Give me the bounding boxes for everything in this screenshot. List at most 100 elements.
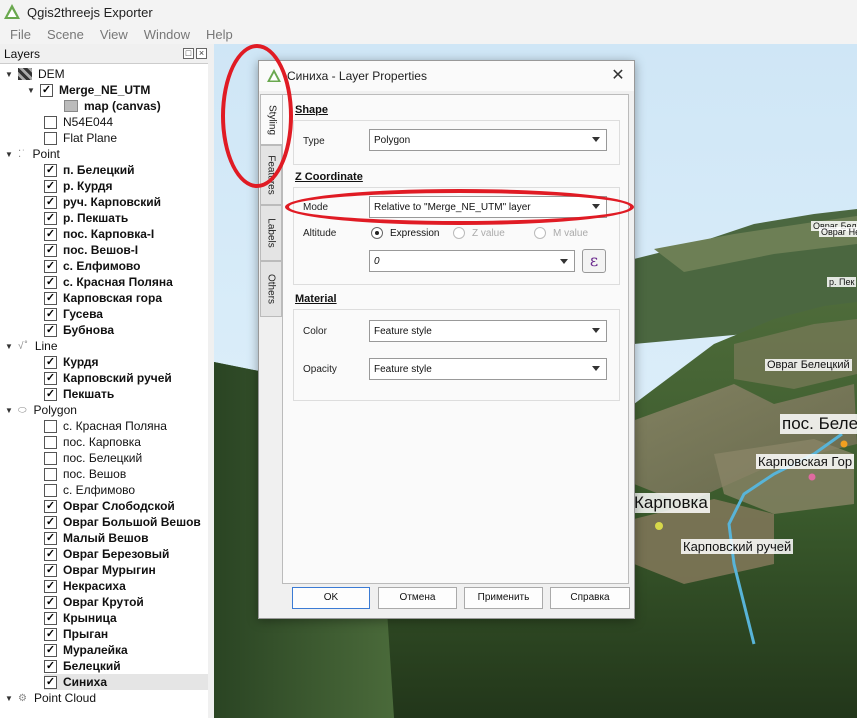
layer-item[interactable]: ✓ Бубнова <box>44 322 114 338</box>
layer-item[interactable]: пос. Белецкий <box>44 450 142 466</box>
close-icon[interactable]: ✕ <box>608 66 628 86</box>
layer-item[interactable]: ✓ п. Белецкий <box>44 162 135 178</box>
layer-group[interactable]: ▼ ⬭ Polygon <box>4 402 77 418</box>
layer-checkbox[interactable]: ✓ <box>44 259 57 273</box>
layer-item[interactable]: ✓ Карповский ручей <box>44 370 172 386</box>
layer-checkbox[interactable]: ✓ <box>44 227 57 241</box>
expand-arrow-icon[interactable]: ▼ <box>4 150 14 159</box>
expand-arrow-icon[interactable]: ▼ <box>26 86 36 95</box>
layer-item[interactable]: ▼ ✓ Merge_NE_UTM <box>26 82 150 98</box>
tab-labels[interactable]: Labels <box>260 205 282 261</box>
layer-checkbox[interactable]: ✓ <box>44 355 57 369</box>
layer-group[interactable]: ▼ DEM <box>4 66 65 82</box>
layer-item[interactable]: ✓ с. Елфимово <box>44 258 140 274</box>
layer-checkbox[interactable]: ✓ <box>44 563 57 577</box>
apply-button[interactable]: Применить <box>464 587 543 609</box>
expand-arrow-icon[interactable]: ▼ <box>4 406 14 415</box>
layer-item[interactable]: ✓ Малый Вешов <box>44 530 148 546</box>
layer-item[interactable]: ✓ пос. Вешов-I <box>44 242 138 258</box>
altitude-expression-input[interactable]: 0 <box>369 250 575 272</box>
layer-item[interactable]: ✓ Курдя <box>44 354 99 370</box>
layer-checkbox[interactable]: ✓ <box>44 595 57 609</box>
opacity-select[interactable]: Feature style <box>369 358 607 380</box>
layer-checkbox[interactable] <box>44 435 57 449</box>
layer-item[interactable]: ✓ Белецкий <box>44 658 121 674</box>
ok-button[interactable]: OK <box>292 587 370 609</box>
layer-checkbox[interactable]: ✓ <box>44 579 57 593</box>
layer-checkbox[interactable]: ✓ <box>44 275 57 289</box>
color-select[interactable]: Feature style <box>369 320 607 342</box>
tab-styling[interactable]: Styling <box>260 94 282 145</box>
layer-checkbox[interactable] <box>44 467 57 481</box>
layer-item[interactable]: ✓ с. Красная Поляна <box>44 274 173 290</box>
layer-group[interactable]: ▼ √˚ Line <box>4 338 57 354</box>
layer-item[interactable]: ✓ Овраг Крутой <box>44 594 144 610</box>
layer-checkbox[interactable]: ✓ <box>40 83 53 97</box>
layer-checkbox[interactable] <box>44 451 57 465</box>
menu-scene[interactable]: Scene <box>38 27 91 42</box>
layer-item[interactable]: с. Елфимово <box>44 482 135 498</box>
mode-select[interactable]: Relative to "Merge_NE_UTM" layer <box>369 196 607 218</box>
layer-item[interactable]: пос. Вешов <box>44 466 126 482</box>
layer-checkbox[interactable] <box>44 131 57 145</box>
layer-item[interactable]: ✓ Гусева <box>44 306 103 322</box>
layer-item[interactable]: Flat Plane <box>44 130 117 146</box>
layer-checkbox[interactable]: ✓ <box>44 547 57 561</box>
layer-item[interactable]: ✓ Синиха <box>44 674 208 690</box>
layer-item[interactable]: ✓ Прыган <box>44 626 108 642</box>
chevron-down-icon[interactable] <box>560 259 568 264</box>
expand-arrow-icon[interactable]: ▼ <box>4 342 14 351</box>
layer-item[interactable]: ✓ пос. Карповка-I <box>44 226 154 242</box>
tab-features[interactable]: Features <box>260 145 282 205</box>
layer-checkbox[interactable]: ✓ <box>44 643 57 657</box>
layer-checkbox[interactable]: ✓ <box>44 627 57 641</box>
layer-item[interactable]: ✓ р. Курдя <box>44 178 113 194</box>
menu-help[interactable]: Help <box>197 27 240 42</box>
cancel-button[interactable]: Отмена <box>378 587 457 609</box>
menu-window[interactable]: Window <box>135 27 197 42</box>
close-icon[interactable]: × <box>196 48 207 59</box>
layer-checkbox[interactable]: ✓ <box>44 515 57 529</box>
radio-z-value[interactable]: Z value <box>453 227 505 239</box>
layer-item[interactable]: ✓ Карповская гора <box>44 290 162 306</box>
expand-arrow-icon[interactable]: ▼ <box>4 70 14 79</box>
layer-checkbox[interactable]: ✓ <box>44 531 57 545</box>
layer-item[interactable]: ✓ Овраг Мурыгин <box>44 562 156 578</box>
menu-view[interactable]: View <box>91 27 135 42</box>
layer-checkbox[interactable] <box>44 419 57 433</box>
layer-checkbox[interactable]: ✓ <box>44 211 57 225</box>
layer-checkbox[interactable]: ✓ <box>44 611 57 625</box>
layer-item[interactable]: ✓ Овраг Березовый <box>44 546 169 562</box>
layer-item[interactable]: N54E044 <box>44 114 113 130</box>
layer-checkbox[interactable]: ✓ <box>44 371 57 385</box>
layer-group[interactable]: ▼ ⚙ Point Cloud <box>4 690 96 706</box>
layer-group[interactable]: ▼ ⁚˙ Point <box>4 146 60 162</box>
type-select[interactable]: Polygon <box>369 129 607 151</box>
layer-checkbox[interactable] <box>44 115 57 129</box>
radio-m-value[interactable]: M value <box>534 227 588 239</box>
layer-item[interactable]: ✓ Овраг Большой Вешов <box>44 514 201 530</box>
layer-checkbox[interactable]: ✓ <box>44 659 57 673</box>
expand-arrow-icon[interactable]: ▼ <box>4 694 14 703</box>
tab-others[interactable]: Others <box>260 261 282 317</box>
layer-checkbox[interactable]: ✓ <box>44 291 57 305</box>
layer-item[interactable]: ✓ Овраг Слободской <box>44 498 175 514</box>
layer-checkbox[interactable]: ✓ <box>44 307 57 321</box>
layer-checkbox[interactable]: ✓ <box>44 179 57 193</box>
undock-icon[interactable]: □ <box>183 48 194 59</box>
layer-checkbox[interactable]: ✓ <box>44 163 57 177</box>
menu-file[interactable]: File <box>0 27 38 42</box>
layer-item[interactable]: ✓ руч. Карповский <box>44 194 161 210</box>
layer-checkbox[interactable]: ✓ <box>44 243 57 257</box>
layer-item[interactable]: с. Красная Поляна <box>44 418 167 434</box>
layer-checkbox[interactable]: ✓ <box>44 675 57 689</box>
layer-item[interactable]: map (canvas) <box>64 98 161 114</box>
help-button[interactable]: Справка <box>550 587 630 609</box>
layer-checkbox[interactable] <box>44 483 57 497</box>
expression-builder-button[interactable]: ε <box>582 249 606 273</box>
layer-tree[interactable]: ▼ DEM ▼ ✓ Merge_NE_UTM map (canvas) N54E044 Fla… <box>0 63 208 718</box>
layer-item[interactable]: ✓ Крыница <box>44 610 117 626</box>
layer-checkbox[interactable]: ✓ <box>44 499 57 513</box>
layer-item[interactable]: пос. Карповка <box>44 434 141 450</box>
layer-checkbox[interactable]: ✓ <box>44 323 57 337</box>
